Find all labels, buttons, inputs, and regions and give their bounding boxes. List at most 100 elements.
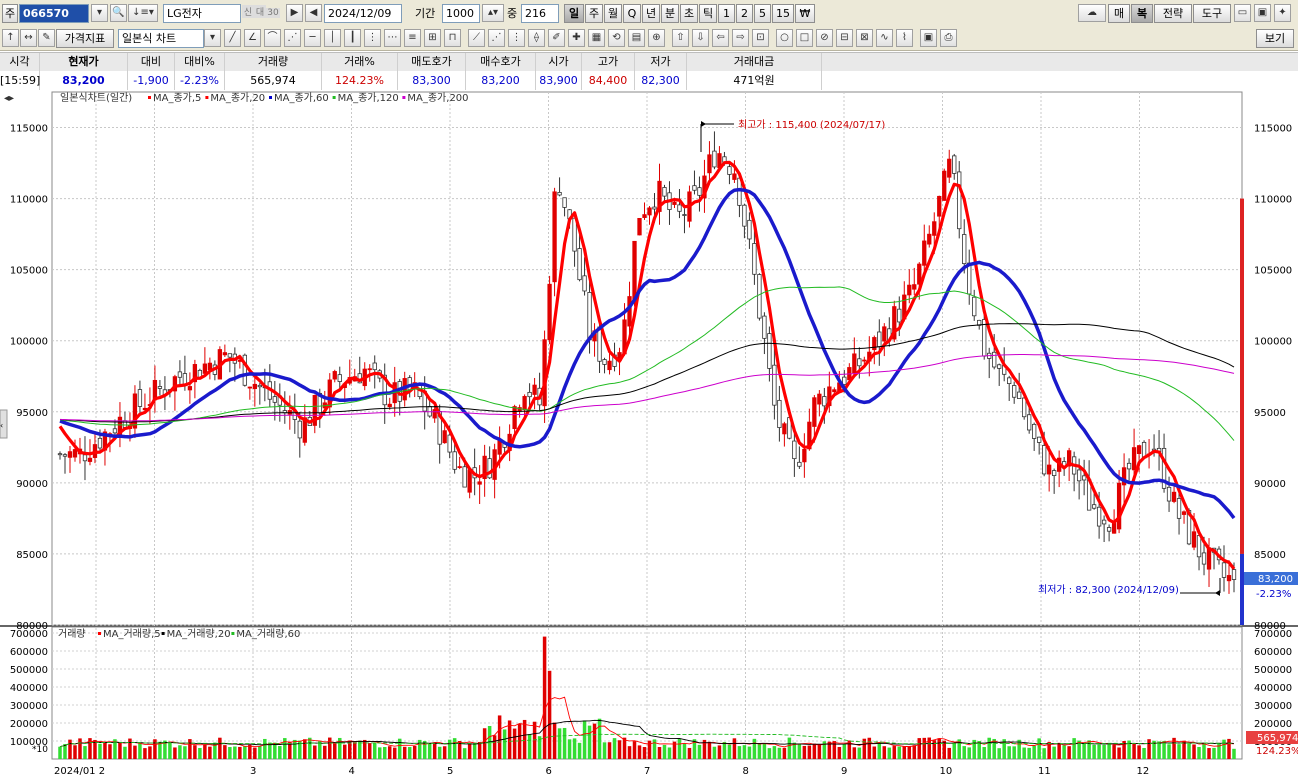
prev-stock-icon[interactable]: ◀ xyxy=(305,4,322,22)
timeframe-button-3[interactable]: Q xyxy=(623,4,641,23)
timeframe-button-0[interactable]: 일 xyxy=(564,4,584,23)
gann-tool-icon[interactable]: ⋮ xyxy=(508,29,525,47)
zoomout-tool-icon[interactable]: ⊟ xyxy=(836,29,853,47)
candle-body xyxy=(927,233,932,245)
folder-icon[interactable]: ▭ xyxy=(1234,4,1251,22)
expand-icon[interactable]: ↔ xyxy=(20,29,37,47)
volume-bar xyxy=(557,728,562,759)
wave-tool-icon[interactable]: ∿ xyxy=(876,29,893,47)
pen-tool-icon[interactable]: ✐ xyxy=(548,29,565,47)
timeframe-button-4[interactable]: 년 xyxy=(642,4,660,23)
fan-tool-icon[interactable]: ⋰ xyxy=(284,29,301,47)
circle-tool-icon[interactable]: ○ xyxy=(776,29,793,47)
timeframe-button-6[interactable]: 초 xyxy=(680,4,698,23)
timeframe-button-2[interactable]: 월 xyxy=(604,4,622,23)
volume-bar xyxy=(867,737,872,759)
timeframe-button-11[interactable]: 15 xyxy=(772,4,794,23)
channel-tool-icon[interactable]: ⋰ xyxy=(488,29,505,47)
wrench-icon[interactable]: ✦ xyxy=(1274,4,1291,22)
volume-bar xyxy=(477,741,482,759)
stock-code-input[interactable]: 066570 xyxy=(19,4,89,23)
trend-tool-icon[interactable]: ⟋ xyxy=(468,29,485,47)
price-indicator-button[interactable]: 가격지표 xyxy=(56,29,114,48)
angle-tool-icon[interactable]: ∠ xyxy=(244,29,261,47)
volume-bar xyxy=(402,746,407,759)
left-arrow-icon[interactable]: ⇦ xyxy=(712,29,729,47)
stock-chart[interactable]: 115000 115000 110000 110000 105000 105000 1000… xyxy=(0,90,1298,777)
dots-tool-icon[interactable]: ⋯ xyxy=(384,29,401,47)
snapshot-icon[interactable]: ▣ xyxy=(920,29,937,47)
volume-bar xyxy=(303,739,307,759)
arrow-up-icon[interactable]: ↑ xyxy=(2,29,19,47)
timeframe-button-12[interactable]: ₩ xyxy=(795,4,815,23)
grid-tool-icon[interactable]: ⋮ xyxy=(364,29,381,47)
timeframe-button-1[interactable]: 주 xyxy=(585,4,603,23)
view-button[interactable]: 보기 xyxy=(1256,29,1294,48)
candle-body xyxy=(637,217,642,236)
vline2-tool-icon[interactable]: ┃ xyxy=(344,29,361,47)
wave2-tool-icon[interactable]: ⌇ xyxy=(896,29,913,47)
right-arrow-icon[interactable]: ⇨ xyxy=(732,29,749,47)
table-tool-icon[interactable]: ▤ xyxy=(628,29,645,47)
zoom-tool-icon[interactable]: ⊘ xyxy=(816,29,833,47)
box-tool-icon[interactable]: ⊞ xyxy=(424,29,441,47)
code-dropdown-icon[interactable]: ▾ xyxy=(91,4,108,22)
volume-bar xyxy=(542,636,547,759)
chart-type-dropdown-icon[interactable]: ▾ xyxy=(204,29,221,47)
timeframe-button-7[interactable]: 틱 xyxy=(699,4,717,23)
frame-tool-icon[interactable]: ⊡ xyxy=(752,29,769,47)
candle-body xyxy=(97,437,103,449)
volume-bar xyxy=(427,742,432,759)
timeframe-button-9[interactable]: 2 xyxy=(736,4,753,23)
timeframe-button-5[interactable]: 분 xyxy=(661,4,679,23)
period-input[interactable]: 1000 xyxy=(442,4,480,23)
target-tool-icon[interactable]: ⊕ xyxy=(648,29,665,47)
toolbar-right-button-3[interactable]: 도구 xyxy=(1193,4,1231,23)
timeframe-button-10[interactable]: 5 xyxy=(754,4,771,23)
candle-body xyxy=(1171,491,1177,502)
line-tool-icon[interactable]: ╱ xyxy=(224,29,241,47)
volume-bar xyxy=(577,742,582,759)
fib-tool-icon[interactable]: ⊓ xyxy=(444,29,461,47)
candle-body xyxy=(1231,569,1237,580)
volume-bar xyxy=(982,747,986,759)
toolbar-right-button-1[interactable]: 복 xyxy=(1131,4,1153,23)
print-icon[interactable]: ⎙ xyxy=(940,29,957,47)
down-arrow-icon[interactable]: ⇩ xyxy=(692,29,709,47)
rect-tool-icon[interactable]: □ xyxy=(796,29,813,47)
next-stock-icon[interactable]: ▶ xyxy=(286,4,303,22)
search-icon[interactable]: 🔍 xyxy=(110,4,127,22)
save-icon[interactable]: ▣ xyxy=(1254,4,1271,22)
pattern-tool-icon[interactable]: ▦ xyxy=(588,29,605,47)
volume-bar xyxy=(627,746,632,759)
arc-tool-icon[interactable]: ⌒ xyxy=(264,29,281,47)
cloud-icon[interactable]: ☁ xyxy=(1078,4,1106,22)
hline-tool-icon[interactable]: ─ xyxy=(304,29,321,47)
volume-bar xyxy=(143,748,147,759)
date-input[interactable]: 2024/12/09 xyxy=(324,4,402,23)
vline-tool-icon[interactable]: │ xyxy=(324,29,341,47)
collapse-icon[interactable]: ◂▸ xyxy=(4,93,14,104)
period-stepper[interactable]: ▴▾ xyxy=(482,4,504,22)
candle-body xyxy=(297,420,302,439)
timeframe-button-8[interactable]: 1 xyxy=(718,4,735,23)
candle-body xyxy=(1022,397,1027,418)
chart-type-select[interactable]: 일본식 차트 xyxy=(118,29,204,48)
toolbar-right-button-0[interactable]: 매 xyxy=(1108,4,1130,23)
erase-tool-icon[interactable]: ⊠ xyxy=(856,29,873,47)
cross-tool-icon[interactable]: ✚ xyxy=(568,29,585,47)
up-arrow-icon[interactable]: ⇧ xyxy=(672,29,689,47)
candle-body xyxy=(962,234,967,265)
lines-tool-icon[interactable]: ≡ xyxy=(404,29,421,47)
edit-icon[interactable]: ✎ xyxy=(38,29,55,47)
volume-bar xyxy=(68,739,72,759)
volume-legend-item: MA_거래량,20 xyxy=(167,628,231,640)
undo-tool-icon[interactable]: ⟲ xyxy=(608,29,625,47)
toolbar-right-button-2[interactable]: 전략 xyxy=(1154,4,1192,23)
sort-icon[interactable]: ↓≡▾ xyxy=(128,4,158,22)
mid-input[interactable]: 216 xyxy=(521,4,559,23)
diamond-tool-icon[interactable]: ⟠ xyxy=(528,29,545,47)
candle-body xyxy=(112,428,118,434)
market-selector[interactable]: 주 xyxy=(2,4,18,23)
candle-body xyxy=(712,150,717,168)
